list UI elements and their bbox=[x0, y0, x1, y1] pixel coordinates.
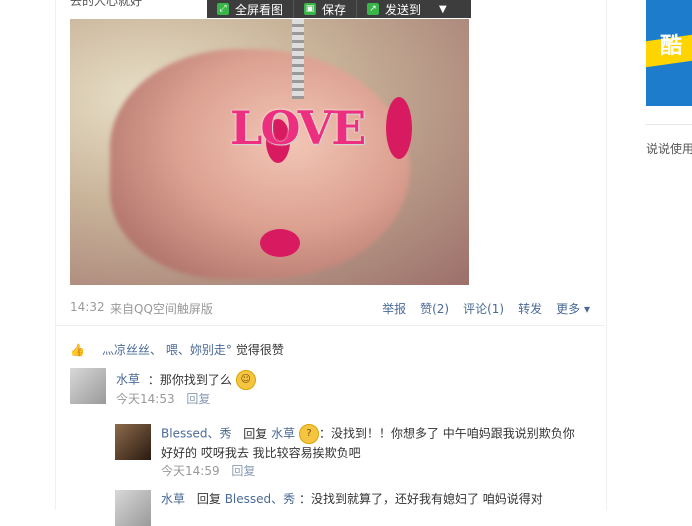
reply-author[interactable]: 水草 bbox=[161, 492, 185, 506]
divider bbox=[646, 124, 692, 125]
photo-love-charm: LOVE bbox=[230, 101, 366, 155]
photo-toolbar: ⤢ 全屏看图 ▣ 保存 ↗ 发送到 ▼ bbox=[207, 0, 471, 18]
avatar[interactable] bbox=[70, 368, 106, 404]
divider bbox=[55, 325, 605, 326]
likes-row: 👍 灬凉丝丝、 喂、妳别走° 觉得很赞 bbox=[70, 341, 284, 358]
comment-time: 今天14:53 bbox=[116, 392, 175, 406]
avatar[interactable] bbox=[115, 424, 151, 460]
share-icon: ↗ bbox=[367, 3, 380, 15]
confused-icon: ? bbox=[298, 424, 319, 444]
comment-item: 水草 ：那你找到了么 ☺ 今天14:53 回复 bbox=[70, 368, 256, 408]
fullscreen-button[interactable]: ⤢ 全屏看图 bbox=[207, 0, 295, 18]
reply-time: 今天14:59 bbox=[161, 464, 220, 478]
reply-author[interactable]: Blessed、秀 bbox=[161, 427, 231, 441]
side-banner[interactable]: 酷 bbox=[646, 0, 692, 106]
photo-nail bbox=[260, 229, 300, 257]
reply-item: Blessed、秀 回复 水草 ? ：没找到！！你想多了 中午咱妈跟我说别欺负你好… bbox=[115, 424, 585, 480]
side-link[interactable]: 说说使用 bbox=[646, 140, 692, 157]
chevron-down-icon[interactable]: ▼ bbox=[431, 4, 455, 15]
comment-link[interactable]: 评论(1) bbox=[463, 300, 504, 317]
reply-item: 水草 回复 Blessed、秀 ：没找到就算了，还好我有媳妇了 咱妈说得对 bbox=[115, 490, 585, 526]
reply-link[interactable]: 回复 bbox=[231, 464, 255, 478]
chevron-down-icon: ▾ bbox=[583, 302, 590, 316]
reply-target[interactable]: 水草 bbox=[271, 427, 295, 441]
photo-nail bbox=[386, 97, 412, 159]
comment-author[interactable]: 水草 bbox=[116, 373, 140, 387]
post-actions: 举报 赞(2) 评论(1) 转发 更多 ▾ bbox=[382, 300, 590, 317]
forward-link[interactable]: 转发 bbox=[518, 300, 542, 317]
avatar[interactable] bbox=[115, 490, 151, 526]
reply-text: ：没找到就算了，还好我有媳妇了 咱妈说得对 bbox=[298, 492, 543, 506]
post-photo[interactable]: LOVE bbox=[70, 19, 469, 285]
comment-text: ：那你找到了么 bbox=[147, 372, 232, 387]
post-meta: 14:32 来自QQ空间触屏版 举报 赞(2) 评论(1) 转发 更多 ▾ bbox=[70, 300, 590, 316]
reply-link[interactable]: 回复 bbox=[186, 392, 210, 406]
likes-suffix: 觉得很赞 bbox=[235, 343, 284, 357]
fullscreen-icon: ⤢ bbox=[217, 3, 229, 15]
banner-text: 酷 bbox=[660, 34, 683, 59]
save-button[interactable]: ▣ 保存 bbox=[294, 0, 358, 18]
smiley-icon: ☺ bbox=[235, 370, 256, 390]
send-to-button[interactable]: ↗ 发送到 bbox=[357, 0, 431, 18]
post-text: 去的人心就好 bbox=[70, 0, 143, 8]
reply-target[interactable]: Blessed、秀 bbox=[225, 492, 295, 506]
photo-chain bbox=[292, 19, 304, 99]
post-source: 来自QQ空间触屏版 bbox=[110, 302, 213, 316]
post-time: 14:32 bbox=[70, 300, 105, 314]
report-link[interactable]: 举报 bbox=[382, 300, 406, 317]
thumbs-up-icon: 👍 bbox=[70, 343, 85, 357]
save-icon: ▣ bbox=[304, 3, 317, 15]
liker-names[interactable]: 灬凉丝丝、 喂、妳别走° bbox=[102, 341, 232, 358]
more-link[interactable]: 更多 ▾ bbox=[556, 300, 590, 317]
like-link[interactable]: 赞(2) bbox=[420, 300, 449, 317]
